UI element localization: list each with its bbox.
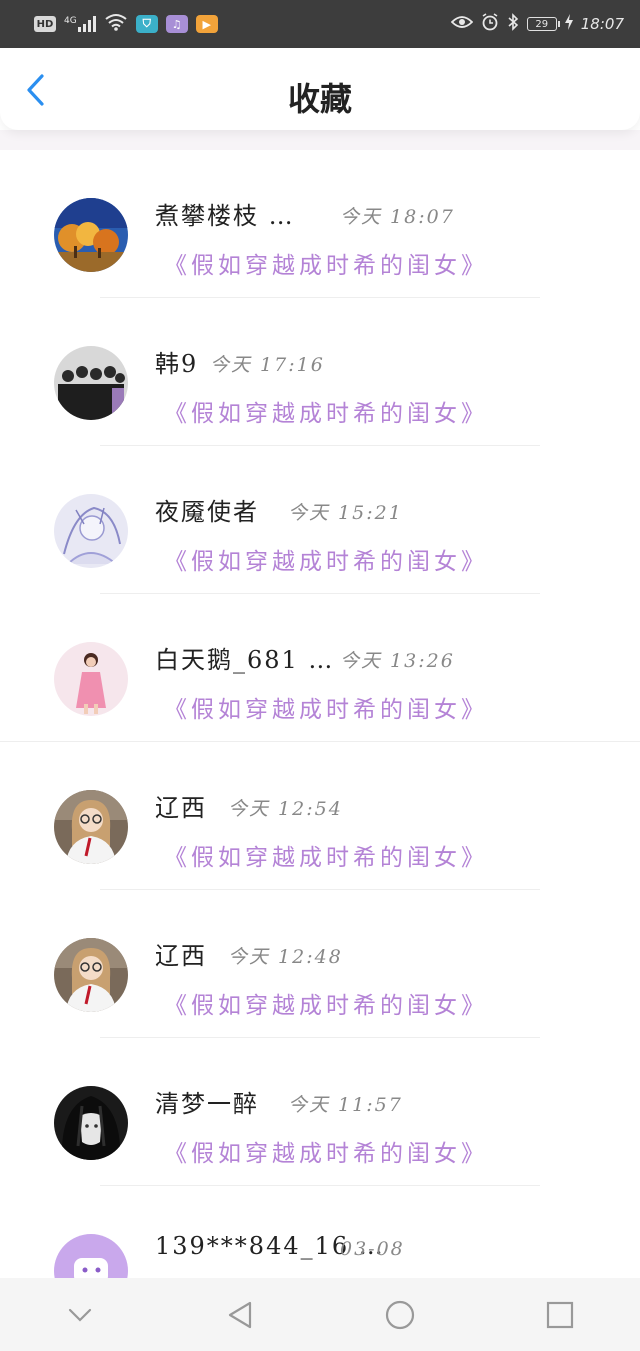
battery-level: 29: [535, 18, 549, 30]
shield-app-icon: ⛉: [135, 15, 158, 33]
header: 收藏: [0, 48, 640, 130]
favorites-list: 煮攀楼枝 … 今天 18:07 《假如穿越成时希的闺女》 韩9 今天 17:16…: [0, 150, 640, 1334]
nav-recents-button[interactable]: [530, 1285, 590, 1345]
list-item[interactable]: 夜魇使者 今天 15:21 《假如穿越成时希的闺女》: [0, 446, 640, 594]
favorite-time: 今天 15:21: [288, 502, 403, 524]
anime-sketch-avatar[interactable]: [54, 494, 128, 568]
wifi-icon: [104, 13, 128, 35]
favorite-time: 今天 17:16: [210, 354, 325, 376]
back-triangle-icon: [228, 1301, 252, 1328]
network-type-label: 4G: [64, 16, 77, 26]
user-name: 清梦一醉: [155, 1090, 259, 1118]
favorite-time: 今天 11:57: [288, 1094, 403, 1116]
book-title-link[interactable]: 《假如穿越成时希的闺女》: [164, 1134, 488, 1168]
group-photo-avatar[interactable]: [54, 346, 128, 420]
header-shadow-band: [0, 130, 640, 150]
charging-icon: [564, 14, 573, 34]
user-name: 煮攀楼枝 …: [155, 202, 295, 230]
status-right: 29 18:07: [450, 13, 624, 35]
music-app-icon: ♫: [165, 15, 188, 33]
book-title-link[interactable]: 《假如穿越成时希的闺女》: [164, 690, 488, 724]
alarm-icon: [481, 13, 499, 35]
user-name: 辽西: [155, 942, 207, 970]
book-title-link[interactable]: 《假如穿越成时希的闺女》: [164, 542, 488, 576]
user-name: 韩9: [155, 350, 199, 378]
eye-icon: [450, 14, 474, 34]
nav-home-button[interactable]: [370, 1285, 430, 1345]
video-app-icon: ▶: [195, 15, 218, 33]
list-item[interactable]: 辽西 今天 12:48 《假如穿越成时希的闺女》: [0, 890, 640, 1038]
favorite-time: 今天 18:07: [340, 206, 455, 228]
user-name: 辽西: [155, 794, 207, 822]
book-title-link[interactable]: 《假如穿越成时希的闺女》: [164, 986, 488, 1020]
user-name: 夜魇使者: [155, 498, 259, 526]
recents-square-icon: [546, 1301, 574, 1328]
system-nav-bar: [0, 1278, 640, 1351]
favorite-time: 今天 13:26: [340, 650, 455, 672]
nav-back-button[interactable]: [210, 1285, 270, 1345]
book-title-link[interactable]: 《假如穿越成时希的闺女》: [164, 246, 488, 280]
favorite-time: 今天 12:54: [228, 798, 343, 820]
status-bar: HD 4G ⛉ ♫ ▶ 29 18:07: [0, 0, 640, 48]
list-item[interactable]: 韩9 今天 17:16 《假如穿越成时希的闺女》: [0, 298, 640, 446]
pink-dress-avatar[interactable]: [54, 642, 128, 716]
user-name: 白天鹅_681 …: [155, 646, 335, 674]
hide-nav-button[interactable]: [50, 1285, 110, 1345]
favorite-time: 03-08: [340, 1238, 405, 1260]
status-time: 18:07: [580, 15, 624, 33]
autumn-trees-avatar[interactable]: [54, 198, 128, 272]
girl-glasses-avatar[interactable]: [54, 938, 128, 1012]
chevron-down-icon: [68, 1308, 92, 1322]
home-circle-icon: [385, 1300, 415, 1329]
status-left: HD 4G ⛉ ♫ ▶: [34, 13, 218, 35]
dark-anime-avatar[interactable]: [54, 1086, 128, 1160]
favorite-time: 今天 12:48: [228, 946, 343, 968]
page-title: 收藏: [287, 80, 352, 118]
cellular-signal-icon: 4G: [64, 16, 96, 32]
bluetooth-icon: [507, 13, 519, 35]
hd-badge: HD: [34, 16, 56, 32]
list-item[interactable]: 辽西 今天 12:54 《假如穿越成时希的闺女》: [0, 742, 640, 890]
list-item[interactable]: 煮攀楼枝 … 今天 18:07 《假如穿越成时希的闺女》: [0, 150, 640, 298]
girl-glasses-avatar[interactable]: [54, 790, 128, 864]
list-item[interactable]: 白天鹅_681 … 今天 13:26 《假如穿越成时希的闺女》: [0, 594, 640, 742]
book-title-link[interactable]: 《假如穿越成时希的闺女》: [164, 394, 488, 428]
battery-icon: 29: [526, 17, 560, 31]
book-title-link[interactable]: 《假如穿越成时希的闺女》: [164, 838, 488, 872]
list-item[interactable]: 清梦一醉 今天 11:57 《假如穿越成时希的闺女》: [0, 1038, 640, 1186]
